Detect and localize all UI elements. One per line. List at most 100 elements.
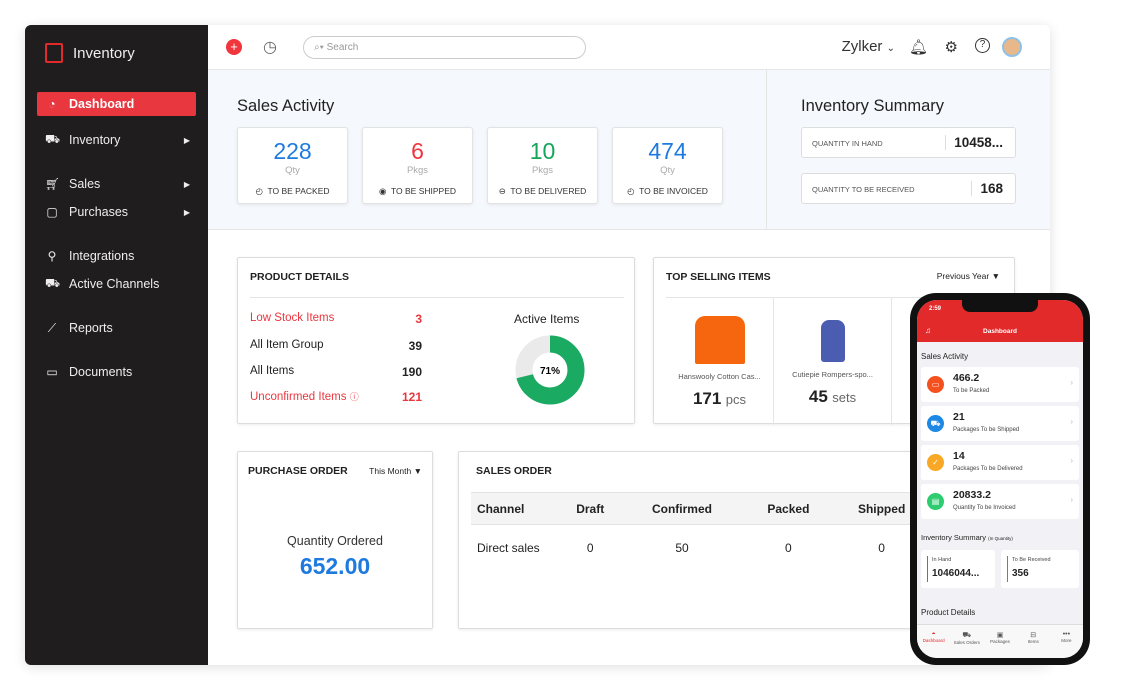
sales-activity-card[interactable]: 10 Pkgs ⊖ TO BE DELIVERED	[487, 127, 598, 204]
phone-notch	[962, 300, 1038, 312]
mobile-to-be-received[interactable]: To Be Received 356	[1001, 550, 1079, 588]
period-dropdown[interactable]: This Month ▼	[369, 466, 422, 476]
mobile-phone: 2:59 ♫ Dashboard Sales Activity ▭ 466.2 To…	[910, 293, 1090, 665]
panel-title: PURCHASE ORDER	[248, 465, 348, 477]
activity-icon: ⛟	[927, 415, 944, 432]
low-stock-items-link[interactable]: Low Stock Items 3	[250, 312, 422, 326]
search-icon: ⌕▾	[314, 42, 327, 53]
sales-activity-section: Sales Activity 228 Qty ◴ TO BE PACKED 6 Pkgs…	[208, 70, 1050, 230]
quantity-in-hand: QUANTITY IN HAND 10458...	[801, 127, 1016, 158]
sidebar-item-sales[interactable]: 🛒︎ Sales ▶	[37, 172, 196, 196]
package-icon: ▣	[996, 632, 1004, 639]
card-value: 228	[273, 138, 312, 164]
org-switcher[interactable]: Zylker ⌄	[842, 38, 895, 55]
status-icon: ⊖	[498, 186, 506, 196]
mobile-tab-items[interactable]: ⊟ Items	[1017, 631, 1050, 658]
active-items-donut: 71%	[515, 335, 585, 405]
sidebar-item-documents[interactable]: ▭ Documents	[37, 360, 196, 384]
mobile-tab-dashboard[interactable]: ◓ Dashboard	[917, 631, 950, 658]
sweater-image	[694, 316, 745, 364]
active-items-title: Active Items	[514, 312, 580, 326]
romper-image	[820, 320, 845, 362]
avatar[interactable]	[1002, 37, 1022, 57]
cart-icon: ⛟	[45, 132, 61, 146]
mobile-tab-bar: ◓ Dashboard ⛟ Sales Orders ▣ Packages ⊟ Item…	[917, 624, 1083, 658]
mobile-in-hand[interactable]: In Hand 1046044...	[921, 550, 995, 588]
unconfirmed-items-link[interactable]: Unconfirmed Items ⓘ 121	[250, 390, 422, 404]
sidebar-item-reports[interactable]: ⟋ Reports	[37, 316, 196, 340]
sidebar-item-purchases[interactable]: ▢ Purchases ▶	[37, 200, 196, 224]
mobile-activity-card[interactable]: ▤ 20833.2 Quantity To be Invoiced ›	[921, 484, 1079, 519]
dashboard-icon: ◔	[48, 97, 56, 111]
all-items-link[interactable]: All Items 190	[250, 365, 422, 379]
mobile-activity-card[interactable]: ✓ 14 Packages To be Delivered ›	[921, 445, 1079, 480]
arrow-right-icon: ▶	[183, 135, 190, 145]
arrow-right-icon: ▶	[183, 179, 190, 189]
search-input[interactable]: ⌕▾ Search	[303, 36, 586, 59]
activity-icon: ✓	[927, 454, 944, 471]
donut-label: 71%	[540, 366, 560, 377]
mobile-activity-card[interactable]: ▭ 466.2 To be Packed ›	[921, 367, 1079, 402]
more-icon: •••	[1062, 631, 1071, 638]
gear-icon[interactable]: ⚙	[945, 38, 958, 56]
mobile-activity-card[interactable]: ⛟ 21 Packages To be Shipped ›	[921, 406, 1079, 441]
cart-icon: 🛒︎	[45, 177, 61, 191]
channels-icon: ⛟	[45, 276, 61, 290]
quantity-to-be-received: QUANTITY TO BE RECEIVED 168	[801, 173, 1016, 204]
chevron-right-icon: ›	[1070, 456, 1073, 465]
integration-icon: ⚲	[47, 249, 57, 263]
history-icon[interactable]: ◷	[263, 37, 277, 57]
panel-title: TOP SELLING ITEMS	[666, 271, 771, 283]
sales-activity-card[interactable]: 6 Pkgs ◉ TO BE SHIPPED	[362, 127, 473, 204]
sales-activity-card[interactable]: 474 Qty ◴ TO BE INVOICED	[612, 127, 723, 204]
mobile-header: 2:59 ♫ Dashboard	[917, 300, 1083, 342]
sidebar-item-integrations[interactable]: ⚲ Integrations	[37, 244, 196, 268]
card-value: 6	[411, 138, 424, 164]
sidebar-item-inventory[interactable]: ⛟ Inventory ▶	[37, 128, 196, 152]
purchase-order-panel: PURCHASE ORDER This Month ▼ Quantity Ord…	[237, 451, 433, 629]
top-item[interactable]: Hanswooly Cotton Cas... 171 pcs	[666, 298, 774, 425]
sidebar-item-dashboard[interactable]: ◔ Dashboard	[37, 92, 196, 116]
panel-title: PRODUCT DETAILS	[250, 271, 349, 283]
all-item-group-link[interactable]: All Item Group 39	[250, 339, 422, 353]
panel-title: SALES ORDER	[476, 465, 552, 477]
mobile-tab-sales-orders[interactable]: ⛟ Sales Orders	[950, 631, 983, 658]
app-window: Inventory ◔ Dashboard ⛟ Inventory ▶ 🛒︎ Sales…	[25, 25, 1050, 665]
caret-down-icon: ▼	[413, 466, 422, 476]
app-logo: Inventory	[45, 43, 135, 63]
mobile-tab-packages[interactable]: ▣ Packages	[983, 631, 1016, 658]
info-icon: ⓘ	[349, 392, 359, 402]
top-bar: + ◷ ⌕▾ Search Zylker ⌄ 🔔︎ ⚙ ?	[208, 25, 1050, 70]
table-row[interactable]: Direct sales 0 50 0 0	[471, 525, 931, 571]
bag-icon: ▢	[46, 205, 58, 219]
basket-icon: ⊟	[1030, 632, 1037, 639]
sidebar-item-active-channels[interactable]: ⛟ Active Channels	[37, 272, 196, 296]
sales-order-table: Channel Draft Confirmed Packed Shipped D…	[471, 492, 931, 571]
sales-activity-card[interactable]: 228 Qty ◴ TO BE PACKED	[237, 127, 348, 204]
caret-down-icon: ▼	[991, 271, 1000, 281]
sidebar: Inventory ◔ Dashboard ⛟ Inventory ▶ 🛒︎ Sales…	[25, 25, 208, 665]
mobile-tab-more[interactable]: ••• More	[1050, 631, 1083, 658]
chart-icon: ⟋	[47, 320, 57, 335]
top-item[interactable]: Cutiepie Rompers-spo... 45 sets	[774, 298, 892, 425]
chevron-right-icon: ›	[1070, 495, 1073, 504]
inventory-book-icon	[45, 43, 63, 63]
bell-icon[interactable]: 🔔︎	[909, 38, 928, 56]
status-icon: ◉	[378, 186, 387, 196]
table-header: Channel Draft Confirmed Packed Shipped	[471, 492, 931, 525]
period-dropdown[interactable]: Previous Year ▼	[937, 271, 1000, 281]
mobile-screen: 2:59 ♫ Dashboard Sales Activity ▭ 466.2 To…	[917, 300, 1083, 658]
chevron-right-icon: ›	[1070, 378, 1073, 387]
status-icon: ◴	[627, 186, 635, 196]
product-details-panel: PRODUCT DETAILS Low Stock Items 3 All Ite…	[237, 257, 635, 424]
inventory-summary-title: Inventory Summary	[801, 97, 945, 115]
add-button[interactable]: +	[226, 39, 242, 55]
help-icon[interactable]: ?	[975, 38, 990, 53]
folder-icon: ▭	[46, 365, 58, 379]
sales-order-panel: SALES ORDER Channel Draft Confirmed Pack…	[458, 451, 931, 629]
dashboard-icon: ◓	[931, 631, 936, 638]
arrow-right-icon: ▶	[183, 207, 190, 217]
activity-icon: ▤	[927, 493, 944, 510]
sales-activity-title: Sales Activity	[237, 97, 335, 115]
status-icon: ◴	[255, 186, 263, 196]
